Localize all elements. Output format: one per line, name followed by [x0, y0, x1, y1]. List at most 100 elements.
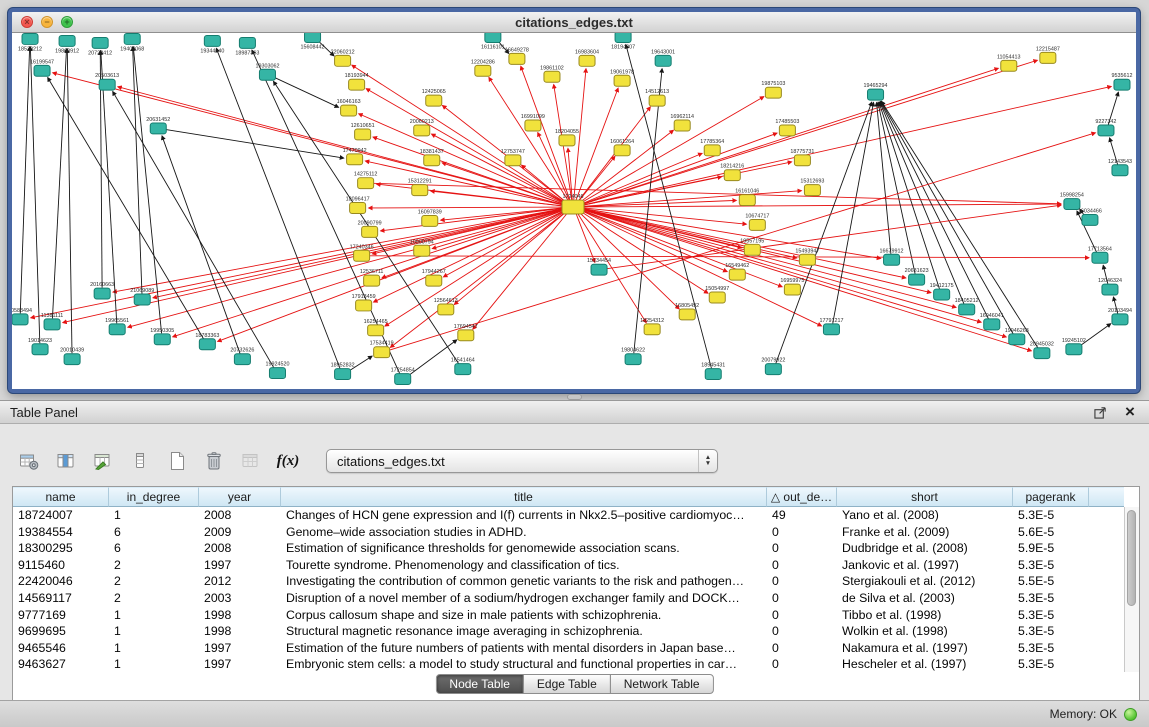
graph-node[interactable]: 20010439 [60, 348, 84, 365]
graph-node[interactable]: 12536711 [360, 269, 384, 286]
graph-node[interactable]: 16034466 [1078, 209, 1102, 226]
graph-node[interactable]: 20060213 [410, 119, 434, 136]
network-graph[interactable]: 1724046 22060212 18193944 16046163 12610651 1… [12, 33, 1136, 389]
citation-edge-black[interactable] [634, 69, 662, 353]
dropdown-stepper-icon[interactable]: ▲▼ [698, 450, 717, 472]
graph-node[interactable]: 22060212 [331, 49, 355, 66]
table-cell[interactable]: Changes of HCN gene expression and I(f) … [281, 507, 767, 524]
citation-edge-black[interactable] [30, 47, 39, 343]
graph-node[interactable]: 20503613 [95, 73, 119, 90]
citation-edge-red[interactable] [369, 207, 566, 208]
table-row[interactable]: 946554611997Estimation of the future num… [13, 640, 1124, 657]
citation-edge-black[interactable] [67, 49, 72, 353]
graph-node[interactable]: 19804622 [621, 348, 645, 365]
graph-hub-node[interactable]: 1724046 [562, 194, 584, 214]
table-cell[interactable]: 5.5E-5 [1013, 573, 1089, 590]
graph-node[interactable]: 15134454 [587, 258, 611, 275]
graph-node[interactable]: 19860912 [55, 35, 79, 54]
graph-node[interactable]: 10900794 [410, 239, 434, 256]
graph-node[interactable]: 18254312 [640, 318, 664, 335]
table-cell[interactable]: 9699695 [13, 623, 109, 640]
graph-node[interactable]: 9227342 [1095, 119, 1116, 136]
graph-node[interactable]: 10583494 [12, 308, 32, 325]
table-row[interactable]: 2242004622012Investigating the contribut… [13, 573, 1124, 590]
table-cell[interactable]: Tibbo et al. (1998) [837, 607, 1013, 624]
graph-node[interactable]: 17694547 [454, 324, 478, 341]
table-cell[interactable]: 5.3E-5 [1013, 507, 1089, 524]
vertical-scrollbar[interactable] [1124, 507, 1139, 672]
graph-node[interactable]: 15493947 [795, 248, 819, 265]
graph-node[interactable]: 12046324 [1098, 278, 1122, 295]
table-cell[interactable]: 18724007 [13, 507, 109, 524]
graph-node[interactable]: 18775731 [790, 149, 814, 166]
tab-node-table[interactable]: Node Table [435, 674, 524, 694]
close-panel-icon[interactable]: × [1121, 403, 1139, 421]
table-row[interactable]: 969969511998Structural magnetic resonanc… [13, 623, 1124, 640]
column-header-year[interactable]: year [199, 487, 281, 507]
citation-edge-red[interactable] [489, 77, 569, 202]
graph-node[interactable]: 19344640 [200, 35, 224, 54]
table-cell[interactable]: 9777169 [13, 607, 109, 624]
table-row[interactable]: 1872400712008Changes of HCN gene express… [13, 507, 1124, 524]
citation-edge-red[interactable] [473, 212, 569, 330]
table-cell[interactable]: 49 [767, 507, 837, 524]
graph-node[interactable]: 12610651 [351, 123, 375, 140]
graph-node[interactable]: 18987363 [235, 37, 259, 56]
graph-node[interactable]: 16116101 [481, 33, 505, 50]
table-cell[interactable]: 5.3E-5 [1013, 640, 1089, 657]
citation-edge-red[interactable] [352, 65, 567, 204]
citation-edge-red[interactable] [580, 204, 1061, 207]
table-cell[interactable]: 0 [767, 540, 837, 557]
graph-node[interactable]: 16046163 [337, 99, 361, 116]
graph-node[interactable]: 17785364 [700, 139, 724, 156]
table-cell[interactable]: Embryonic stem cells: a model to study s… [281, 656, 767, 673]
graph-node[interactable]: 18193944 [345, 73, 369, 90]
table-cell[interactable]: 0 [767, 524, 837, 541]
graph-node[interactable]: 15312693 [800, 179, 824, 196]
graph-node[interactable]: 14512613 [645, 89, 669, 106]
table-options-icon[interactable] [16, 448, 42, 474]
column-header-short[interactable]: short [837, 487, 1013, 507]
citation-edge-red[interactable] [580, 209, 981, 323]
table-cell[interactable]: 9463627 [13, 656, 109, 673]
table-cell[interactable]: Genome–wide association studies in ADHD. [281, 524, 767, 541]
new-table-icon[interactable] [164, 448, 190, 474]
table-cell[interactable]: 6 [109, 540, 199, 557]
graph-node[interactable]: 20160663 [90, 282, 114, 299]
graph-node[interactable]: 16097839 [418, 210, 442, 227]
table-cell[interactable]: 5.3E-5 [1013, 607, 1089, 624]
graph-node[interactable]: 17791217 [819, 318, 843, 335]
graph-node[interactable]: 19875103 [761, 81, 785, 98]
table-cell[interactable]: 2009 [199, 524, 281, 541]
graph-node[interactable]: 16199547 [30, 59, 54, 76]
table-row[interactable]: 977716911998Corpus callosum shape and si… [13, 607, 1124, 624]
column-header-out_de[interactable]: △ out_de… [767, 487, 837, 507]
table-cell[interactable]: 1 [109, 623, 199, 640]
zoom-button[interactable]: + [61, 16, 73, 28]
citation-edge-red[interactable] [576, 213, 595, 263]
edit-table-icon[interactable] [90, 448, 116, 474]
graph-node[interactable]: 16254465 [364, 319, 388, 336]
graph-node[interactable]: 16991099 [521, 114, 545, 131]
graph-node[interactable]: 18405212 [955, 298, 979, 315]
graph-node[interactable]: 16946041 [980, 313, 1004, 330]
citation-edge-black[interactable] [274, 77, 339, 107]
table-cell[interactable]: Corpus callosum shape and size in male p… [281, 607, 767, 624]
table-cell[interactable]: 2 [109, 590, 199, 607]
table-cell[interactable]: 18300295 [13, 540, 109, 557]
graph-node[interactable]: 18530212 [18, 33, 42, 52]
graph-node[interactable]: 20945032 [1030, 342, 1054, 359]
table-cell[interactable]: 0 [767, 656, 837, 673]
table-cell[interactable]: Stergiakouli et al. (2012) [837, 573, 1013, 590]
graph-node[interactable]: 18783363 [195, 333, 219, 350]
graph-node[interactable]: 9535612 [1111, 73, 1132, 90]
table-row[interactable]: 1938455462009Genome–wide association stu… [13, 524, 1124, 541]
graph-node[interactable]: 19965561 [105, 318, 129, 335]
graph-node[interactable]: 12425065 [422, 89, 446, 106]
table-cell[interactable]: Hescheler et al. (1997) [837, 656, 1013, 673]
row-icon[interactable] [127, 448, 153, 474]
table-cell[interactable]: Jankovic et al. (1997) [837, 557, 1013, 574]
column-header-pagerank[interactable]: pagerank [1013, 487, 1089, 507]
table-cell[interactable]: 1 [109, 507, 199, 524]
column-header-title[interactable]: title [281, 487, 767, 507]
